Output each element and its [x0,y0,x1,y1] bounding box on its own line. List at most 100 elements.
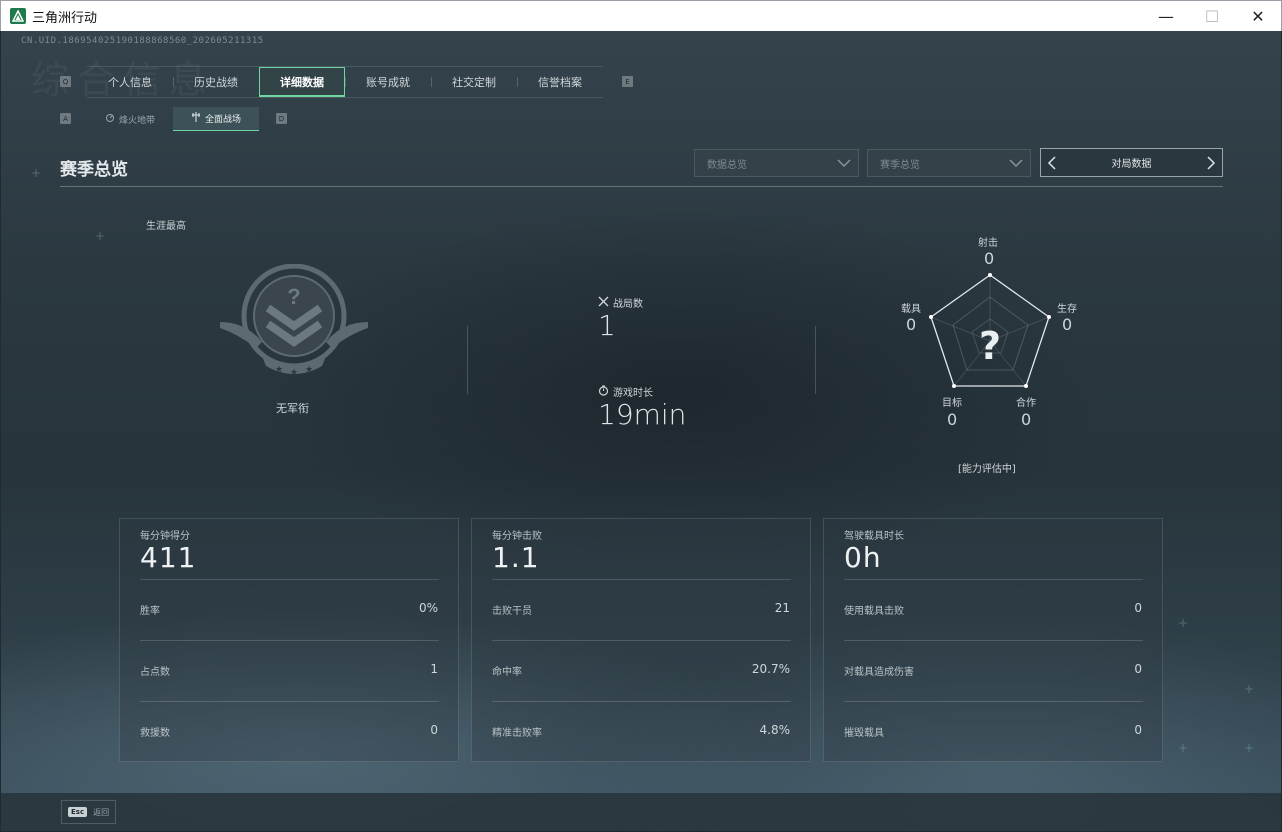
minimize-button[interactable]: — [1143,1,1189,32]
player-uid: CN.UID.186954025190188868560_20260521131… [21,36,264,46]
esc-key-icon: Esc [68,807,88,817]
crossed-swords-icon [598,296,609,310]
radar-shooting-value: 0 [984,249,995,268]
card-divider [844,701,1143,702]
card-row-label: 使用载具击败 [844,606,904,617]
card-main-value: 1.1 [492,541,540,574]
matches-label: 战局数 [613,299,643,310]
subtab-operations-label: 烽火地带 [118,115,155,126]
crosshair-icon [191,112,201,125]
tab-prev-key-hint[interactable]: Q [60,76,71,87]
card-main-value: 411 [140,541,197,574]
radar-coop-label: 合作 [1016,398,1036,409]
section-title: 赛季总览 [60,160,128,180]
radar-shooting-label: 射击 [978,238,998,249]
card-row-label: 击败干员 [492,606,532,617]
app-logo-icon [10,8,26,24]
decorative-plus-icon: + [1244,682,1255,696]
subtab-warfare-label: 全面战场 [204,115,241,125]
card-row-label: 救援数 [140,728,170,739]
game-viewport: 综合信息 CN.UID.186954025190188868560_202605… [1,31,1281,831]
season-dropdown-label: 赛季总览 [880,159,920,171]
tab-reputation[interactable]: 信誉档案 [517,67,603,97]
tab-achievements[interactable]: 账号成就 [345,67,431,97]
svg-text:★: ★ [290,368,298,378]
decorative-plus-icon: + [1178,616,1189,630]
card-row-value: 1 [430,662,438,676]
rank-emblem-icon: ? ★ ★ ★ [216,263,372,386]
matches-value: 1 [598,309,616,342]
card-row-value: 21 [774,601,790,615]
radar-objective-value: 0 [947,410,958,429]
subtab-operations[interactable]: 烽火地带 [87,107,173,131]
chevron-left-icon[interactable] [1047,155,1057,174]
window-titlebar: 三角洲行动 — ☐ ✕ [0,0,1282,31]
tab-social-customization[interactable]: 社交定制 [431,67,517,97]
card-row-label: 摧毁载具 [844,728,884,739]
subtab-warfare[interactable]: 全面战场 [173,107,259,131]
chevron-down-icon [836,155,852,174]
card-divider [140,640,439,641]
card-title: 每分钟得分 [140,531,190,542]
vehicle-time-card: 驾驶载具时长 0h 使用载具击败 0 对载具造成伤害 0 摧毁载具 0 [823,518,1163,762]
tab-personal-info[interactable]: 个人信息 [87,67,173,97]
card-row-label: 胜率 [140,606,160,617]
window-title: 三角洲行动 [32,10,98,26]
decorative-plus-icon: + [1244,741,1255,755]
card-main-value: 0h [844,541,882,574]
svg-text:?: ? [287,284,300,309]
back-button[interactable]: Esc 返回 [61,800,116,824]
column-divider [467,326,468,394]
card-divider [492,579,791,580]
tab-detailed-data[interactable]: 详细数据 [259,67,345,97]
radar-vehicle-value: 0 [906,315,917,334]
data-overview-dropdown-label: 数据总览 [707,159,747,171]
footer-bar: Esc 返回 [1,793,1281,831]
subtab-next-key-hint[interactable]: D [276,113,287,124]
subtab-prev-key-hint[interactable]: A [60,113,71,124]
radar-unknown-mark: ? [979,324,1002,368]
main-tabs: 个人信息 历史战绩 详细数据 账号成就 社交定制 信誉档案 [87,66,603,98]
section-divider [60,186,1223,187]
radar-vehicle-label: 载具 [901,304,921,315]
card-title: 每分钟击败 [492,531,542,542]
pager-label: 对局数据 [1111,159,1152,170]
career-best-label: 生涯最高 [146,221,186,232]
radar-survival-label: 生存 [1057,304,1077,315]
back-label: 返回 [93,807,110,817]
decorative-plus-icon: + [1178,741,1189,755]
card-row-value: 4.8% [759,723,791,737]
card-row-value: 0 [1134,662,1142,676]
card-row-value: 20.7% [751,662,790,676]
match-data-pager: 对局数据 [1040,148,1223,177]
card-row-label: 精准击败率 [492,728,542,739]
card-divider [140,579,439,580]
tab-match-history[interactable]: 历史战绩 [173,67,259,97]
card-divider [844,640,1143,641]
card-row-value: 0 [430,723,438,737]
tab-next-key-hint[interactable]: E [622,76,633,87]
radar-evaluating-note: [能力评估中] [958,464,1016,475]
card-divider [140,701,439,702]
mode-subtabs: 烽火地带 全面战场 [87,107,259,131]
close-button[interactable]: ✕ [1235,1,1281,32]
season-dropdown[interactable]: 赛季总览 [867,149,1031,177]
card-row-value: 0 [1134,601,1142,615]
chevron-right-icon[interactable] [1206,155,1216,174]
radar-survival-value: 0 [1062,315,1073,334]
playtime-value: 19min [598,398,687,431]
maximize-button[interactable]: ☐ [1189,1,1235,32]
stopwatch-icon [598,385,609,399]
decorative-plus-icon: + [95,229,106,243]
card-divider [492,701,791,702]
column-divider [815,326,816,394]
data-overview-dropdown[interactable]: 数据总览 [694,149,859,177]
svg-text:★: ★ [275,365,283,375]
matches-stat-label: 战局数 [598,295,643,310]
card-row-label: 对载具造成伤害 [844,667,914,678]
card-title: 驾驶载具时长 [844,531,904,542]
radar-icon [105,113,115,126]
card-row-label: 占点数 [140,667,170,678]
chevron-down-icon [1008,155,1024,174]
svg-text:★: ★ [305,365,313,375]
